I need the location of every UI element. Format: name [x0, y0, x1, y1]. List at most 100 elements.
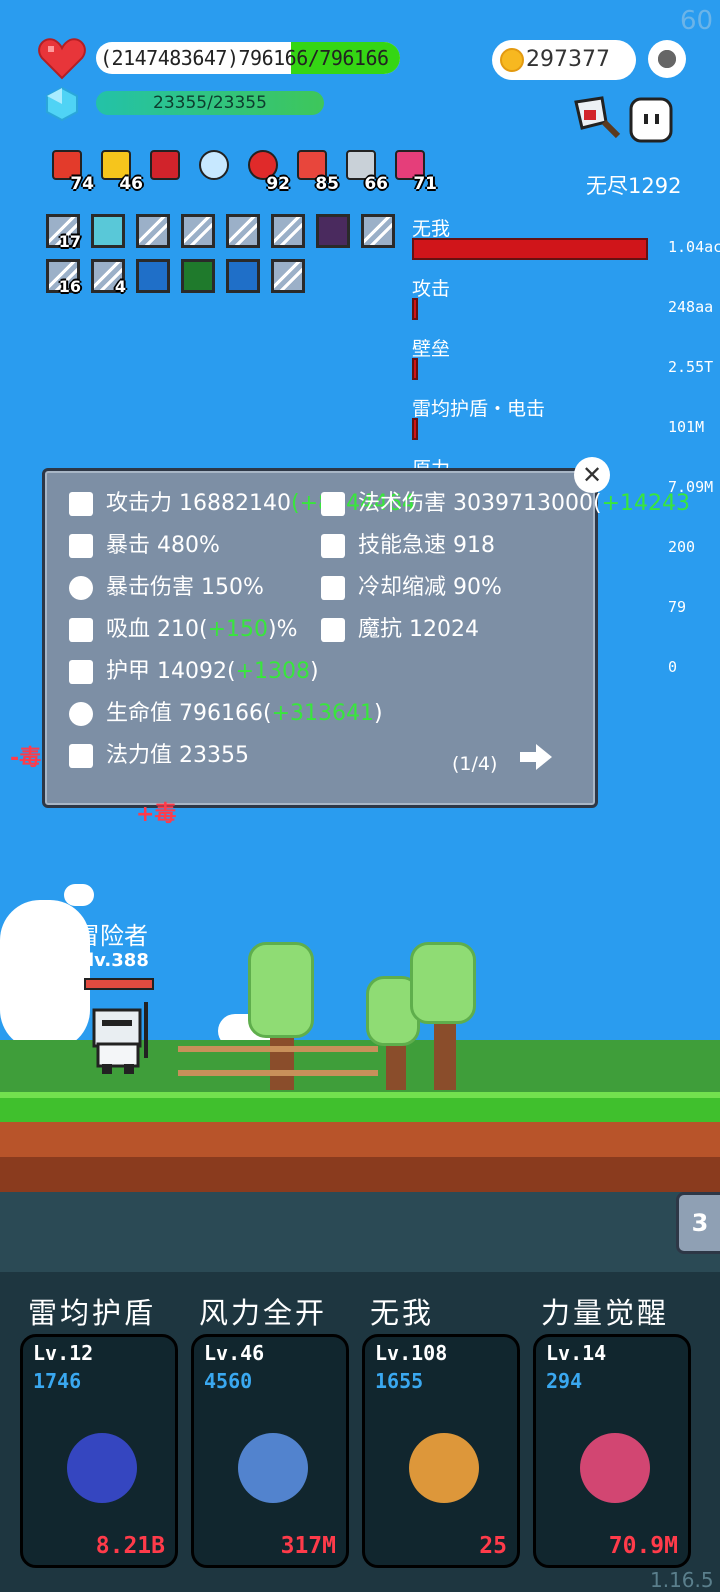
- skill-level: Lv.46: [204, 1341, 265, 1365]
- magnifier-icon: [199, 150, 229, 180]
- sword-slot-icon[interactable]: 17: [46, 214, 81, 251]
- water: [0, 1192, 720, 1272]
- mp-text: 23355/23355: [153, 93, 267, 113]
- sword-slot-icon[interactable]: [271, 259, 305, 293]
- damage-source-label: 攻击: [412, 278, 451, 300]
- stat-value: 150%: [201, 575, 264, 600]
- item-watermelon[interactable]: 85: [293, 148, 339, 194]
- skill-damage: 8.21B: [95, 1533, 165, 1559]
- cloud: [64, 884, 94, 906]
- shield-slot-icon[interactable]: [361, 214, 395, 248]
- side-tab-button[interactable]: 3: [676, 1192, 720, 1254]
- stat-bonus: +1308: [235, 659, 311, 684]
- stat-label: 法术伤害: [358, 491, 447, 516]
- damage-source-value: 1.04ac: [668, 238, 720, 256]
- stat-value: 12024: [409, 617, 480, 642]
- skill-card[interactable]: Lv.12 1746 8.21B: [20, 1334, 178, 1568]
- cleaver-icon[interactable]: [572, 96, 622, 140]
- grass-ground: [0, 1092, 720, 1122]
- settings-gear-icon[interactable]: [648, 40, 686, 78]
- damage-source-value: 248aa: [668, 298, 714, 316]
- endless-stage-label: 无尽1292: [586, 174, 682, 198]
- stat-label: 吸血: [106, 617, 151, 642]
- demon-slot-icon[interactable]: [316, 214, 350, 248]
- sword-slot-icon[interactable]: [136, 214, 170, 248]
- sword-slot-icon[interactable]: 16: [46, 259, 81, 296]
- skill-mana-cost: 294: [546, 1369, 583, 1393]
- vortex-slot-icon[interactable]: [136, 259, 170, 293]
- coin-counter[interactable]: 297377: [492, 40, 636, 80]
- magic-shield-icon: [321, 618, 345, 642]
- lightbulb-slot-icon[interactable]: [91, 214, 125, 248]
- lightning-icon: [321, 534, 345, 558]
- item-magnet[interactable]: [146, 148, 186, 188]
- stat-label: 攻击力: [106, 491, 173, 516]
- item-sword[interactable]: 66: [342, 148, 388, 194]
- item-sock[interactable]: 74: [48, 148, 94, 194]
- item-count: 92: [266, 174, 290, 194]
- stat-label: 暴击伤害: [106, 575, 195, 600]
- skill-damage: 25: [479, 1533, 507, 1559]
- skill-damage: 70.9M: [608, 1533, 678, 1559]
- sword-slot-icon[interactable]: [226, 214, 260, 248]
- skill-card[interactable]: Lv.46 4560 317M: [191, 1334, 349, 1568]
- skill-card[interactable]: Lv.14 294 70.9M: [533, 1334, 691, 1568]
- coin-amount: 297377: [526, 47, 610, 72]
- stat-label: 技能急速: [358, 533, 447, 558]
- stat-crossed-swords: 暴击 480%: [66, 527, 220, 561]
- shield-icon: [69, 660, 93, 684]
- eye-hand-icon: [409, 1433, 479, 1503]
- sword-slot-icon[interactable]: [181, 214, 215, 248]
- skill-title: 风力全开: [199, 1296, 328, 1330]
- rune-slot-icon[interactable]: [181, 259, 215, 293]
- tree: [410, 942, 476, 1024]
- item-count: 74: [70, 174, 94, 194]
- damage-source-value: 2.55T: [668, 358, 714, 376]
- stat-value: 16882140: [179, 491, 291, 516]
- mana-crystal-icon: [46, 86, 78, 122]
- item-apple[interactable]: 92: [244, 148, 290, 194]
- damage-source-label: 壁垒: [412, 338, 451, 360]
- mp-bar: 23355/23355: [96, 91, 324, 115]
- stat-value: 480%: [157, 533, 220, 558]
- stat-bonus: +14243: [601, 491, 690, 516]
- damage-source-label: 无我: [412, 218, 451, 240]
- stat-sun: 法术伤害 3039713000(+14243: [318, 485, 690, 519]
- hp-text: (2147483647)796166/796166: [100, 46, 389, 70]
- stat-heart: 生命值 796166(+313641): [66, 695, 383, 729]
- stat-label: 生命值: [106, 701, 173, 726]
- stat-label: 法力值: [106, 743, 173, 768]
- dirt-ground: [0, 1122, 720, 1192]
- stat-value: 90%: [453, 575, 502, 600]
- axe-icon: [69, 492, 93, 516]
- shield-slot-icon[interactable]: [271, 214, 305, 248]
- item-crown[interactable]: 46: [97, 148, 143, 194]
- damage-source-value: 0: [668, 658, 678, 676]
- stat-value: 3039713000(: [453, 491, 602, 516]
- item-magnifier[interactable]: [195, 148, 235, 188]
- sword-slot-icon[interactable]: 4: [91, 259, 126, 296]
- hexagon-gem-icon: [69, 744, 93, 768]
- stat-value: 210(: [157, 617, 208, 642]
- vampire-skull-icon: [69, 618, 93, 642]
- skill-level: Lv.12: [33, 1341, 94, 1365]
- damage-source-value: 200: [668, 538, 696, 556]
- star-burst-slot-icon[interactable]: [226, 259, 260, 293]
- item-jam-jar[interactable]: 71: [391, 148, 437, 194]
- damage-source-bar: [412, 238, 648, 260]
- fps-counter: 60: [680, 6, 714, 36]
- ghost-icon[interactable]: [628, 96, 674, 144]
- next-page-arrow-icon[interactable]: [518, 742, 554, 772]
- crit-ring-icon: [69, 576, 93, 600]
- stat-crit-ring: 暴击伤害 150%: [66, 569, 264, 603]
- hero-level: lv.388: [88, 950, 149, 971]
- skill-card[interactable]: Lv.108 1655 25: [362, 1334, 520, 1568]
- skill-title: 力量觉醒: [541, 1296, 670, 1330]
- floating-damage-text: +毒: [136, 802, 177, 827]
- stat-shield: 护甲 14092(+1308): [66, 653, 319, 687]
- item-count: 66: [364, 174, 388, 194]
- knight-hero-sprite[interactable]: [80, 998, 164, 1078]
- stat-value: 796166(: [179, 701, 272, 726]
- thunder-shield-icon: [67, 1433, 137, 1503]
- slot-count: 17: [58, 232, 81, 251]
